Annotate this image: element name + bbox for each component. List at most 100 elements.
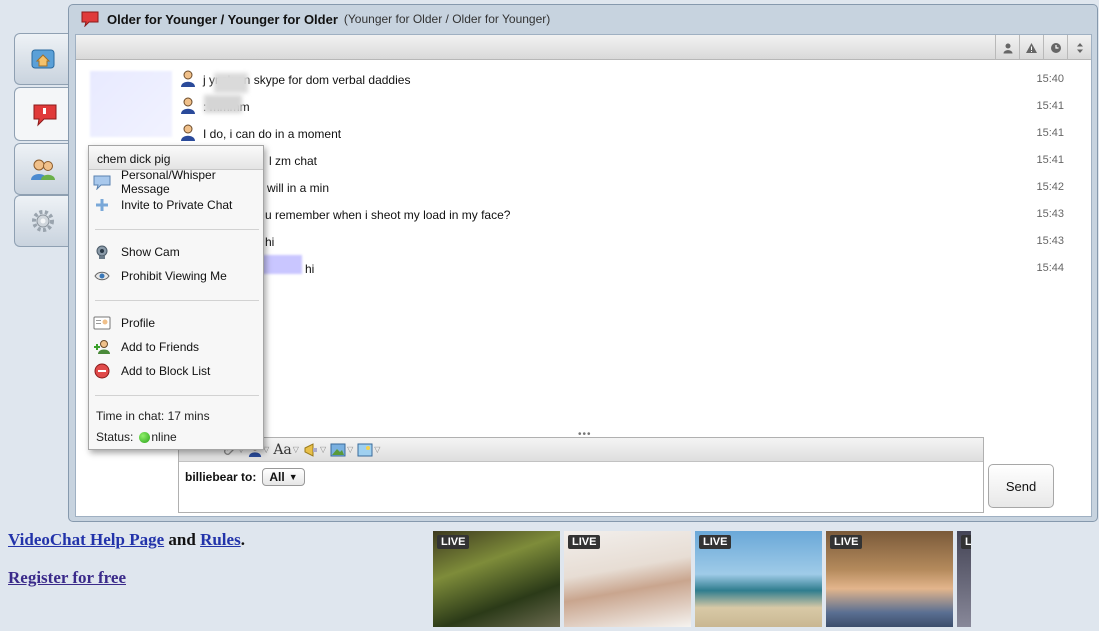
menu-divider [95, 229, 259, 230]
message-time: 15:40 [1036, 73, 1064, 85]
live-badge: LIVE [568, 535, 601, 549]
message-text: I do, i can do in a moment [203, 127, 342, 141]
send-button[interactable]: Send [988, 464, 1054, 508]
message-text: hi [305, 262, 315, 276]
context-menu-username: chem dick pig [89, 146, 263, 170]
help-page-link[interactable]: VideoChat Help Page [8, 530, 164, 549]
message-row: j ynsk on skype for dom verbal daddies 1… [76, 65, 1091, 93]
profile-menu-item[interactable]: Profile [93, 312, 155, 334]
time-in-chat: Time in chat: 17 mins [96, 409, 210, 423]
user-list-button[interactable] [995, 35, 1019, 60]
message-time: 15:43 [1036, 208, 1064, 220]
gift-button[interactable]: ▽ [330, 443, 353, 457]
home-tab[interactable] [14, 33, 70, 85]
message-text: l zm chat [269, 154, 318, 168]
message-time: 15:44 [1036, 262, 1064, 274]
live-badge: LIVE [699, 535, 732, 549]
recipient-line: billiebear to: All ▼ [185, 468, 305, 486]
buzz-button[interactable]: ▽ [303, 442, 326, 457]
message-time: 15:41 [1036, 100, 1064, 112]
warning-icon [1026, 42, 1037, 53]
user-context-menu: chem dick pig Personal/Whisper Message I… [88, 145, 264, 450]
message-composer[interactable]: ▽ ▽ Aa▽ ▽ ▽ ▽ billiebear to: [178, 437, 984, 513]
recipient-value: All [269, 470, 285, 484]
message-text: u remember when i sheot my load in my fa… [265, 208, 511, 222]
megaphone-icon [304, 442, 317, 457]
chevron-down-icon: ▼ [288, 472, 298, 482]
chat-tab[interactable] [14, 87, 74, 141]
sort-icon [1076, 42, 1083, 53]
image-button[interactable]: ▽ [357, 443, 380, 457]
user-icon [1003, 43, 1012, 53]
add-friends-menu-item[interactable]: Add to Friends [93, 336, 199, 358]
status-label: Status: [96, 430, 134, 444]
invite-private-menu-item[interactable]: Invite to Private Chat [93, 194, 232, 216]
live-thumbnail[interactable]: LIVE [433, 531, 560, 627]
message-row: : mmmm 15:41 [76, 92, 1091, 119]
profile-label: Profile [121, 316, 156, 330]
blurred-text [204, 95, 242, 113]
speech-bubble-icon [33, 104, 56, 127]
font-button[interactable]: Aa ▽ [273, 442, 299, 458]
user-avatar-icon [181, 124, 195, 141]
status-line: Status: nline [96, 430, 177, 444]
clock-icon [1050, 42, 1061, 53]
message-time: 15:41 [1036, 154, 1064, 166]
blurred-text [214, 73, 248, 93]
sort-button[interactable] [1067, 35, 1091, 60]
whisper-label: Personal/Whisper Message [121, 168, 216, 196]
rules-link[interactable]: Rules [200, 530, 241, 549]
message-time: 15:42 [1036, 181, 1064, 193]
block-icon [94, 363, 110, 379]
room-subtitle: (Younger for Older / Older for Younger) [343, 12, 551, 26]
invite-label: Invite to Private Chat [121, 198, 233, 212]
speech-bubble-icon [93, 175, 111, 190]
live-thumbnail[interactable]: LIVE [564, 531, 691, 627]
home-icon [31, 49, 54, 69]
footer-links: VideoChat Help Page and Rules. [8, 530, 245, 550]
menu-divider [95, 300, 259, 301]
eye-icon [94, 271, 110, 281]
chat-room-icon [81, 11, 99, 27]
profile-card-icon [93, 316, 111, 330]
status-value: nline [151, 430, 177, 444]
format-toolbar: ▽ ▽ Aa▽ ▽ ▽ ▽ [179, 438, 983, 462]
live-thumbnail[interactable]: LIVE [957, 531, 971, 627]
plus-icon [96, 199, 108, 211]
message-text: hi [265, 235, 275, 249]
live-badge: LIVE [437, 535, 470, 549]
gear-icon [31, 210, 54, 232]
block-label: Add to Block List [121, 364, 211, 378]
show-cam-label: Show Cam [121, 245, 180, 259]
live-badge: LIVE [961, 535, 971, 549]
online-status-icon [139, 431, 151, 443]
prohibit-viewing-menu-item[interactable]: Prohibit Viewing Me [93, 265, 227, 287]
live-thumbnail[interactable]: LIVE [826, 531, 953, 627]
recipient-select[interactable]: All ▼ [262, 468, 305, 486]
live-badge: LIVE [830, 535, 863, 549]
settings-tab[interactable] [14, 195, 70, 247]
message-row: I do, i can do in a moment 15:41 [76, 119, 1091, 146]
message-time: 15:43 [1036, 235, 1064, 247]
picture-icon [330, 443, 346, 456]
title-bar: Older for Younger / Younger for Older (Y… [69, 5, 1097, 33]
live-thumbnail[interactable]: LIVE [695, 531, 822, 627]
show-cam-menu-item[interactable]: Show Cam [93, 241, 180, 263]
font-label: Aa [273, 441, 292, 458]
user-avatar-icon [181, 97, 195, 114]
room-title: Older for Younger / Younger for Older [107, 11, 338, 27]
register-link[interactable]: Register for free [8, 568, 126, 588]
period-text: . [240, 530, 245, 549]
whisper-menu-item[interactable]: Personal/Whisper Message [93, 168, 263, 196]
chat-toolbar [76, 35, 1091, 60]
block-menu-item[interactable]: Add to Block List [93, 360, 210, 382]
report-button[interactable] [1019, 35, 1043, 60]
add-friends-label: Add to Friends [121, 340, 200, 354]
history-button[interactable] [1043, 35, 1067, 60]
and-text: and [168, 530, 196, 549]
image-icon [357, 443, 373, 456]
prohibit-label: Prohibit Viewing Me [121, 269, 227, 283]
users-tab[interactable] [14, 143, 70, 195]
user-avatar-icon [181, 70, 195, 87]
add-friend-icon [94, 340, 110, 354]
